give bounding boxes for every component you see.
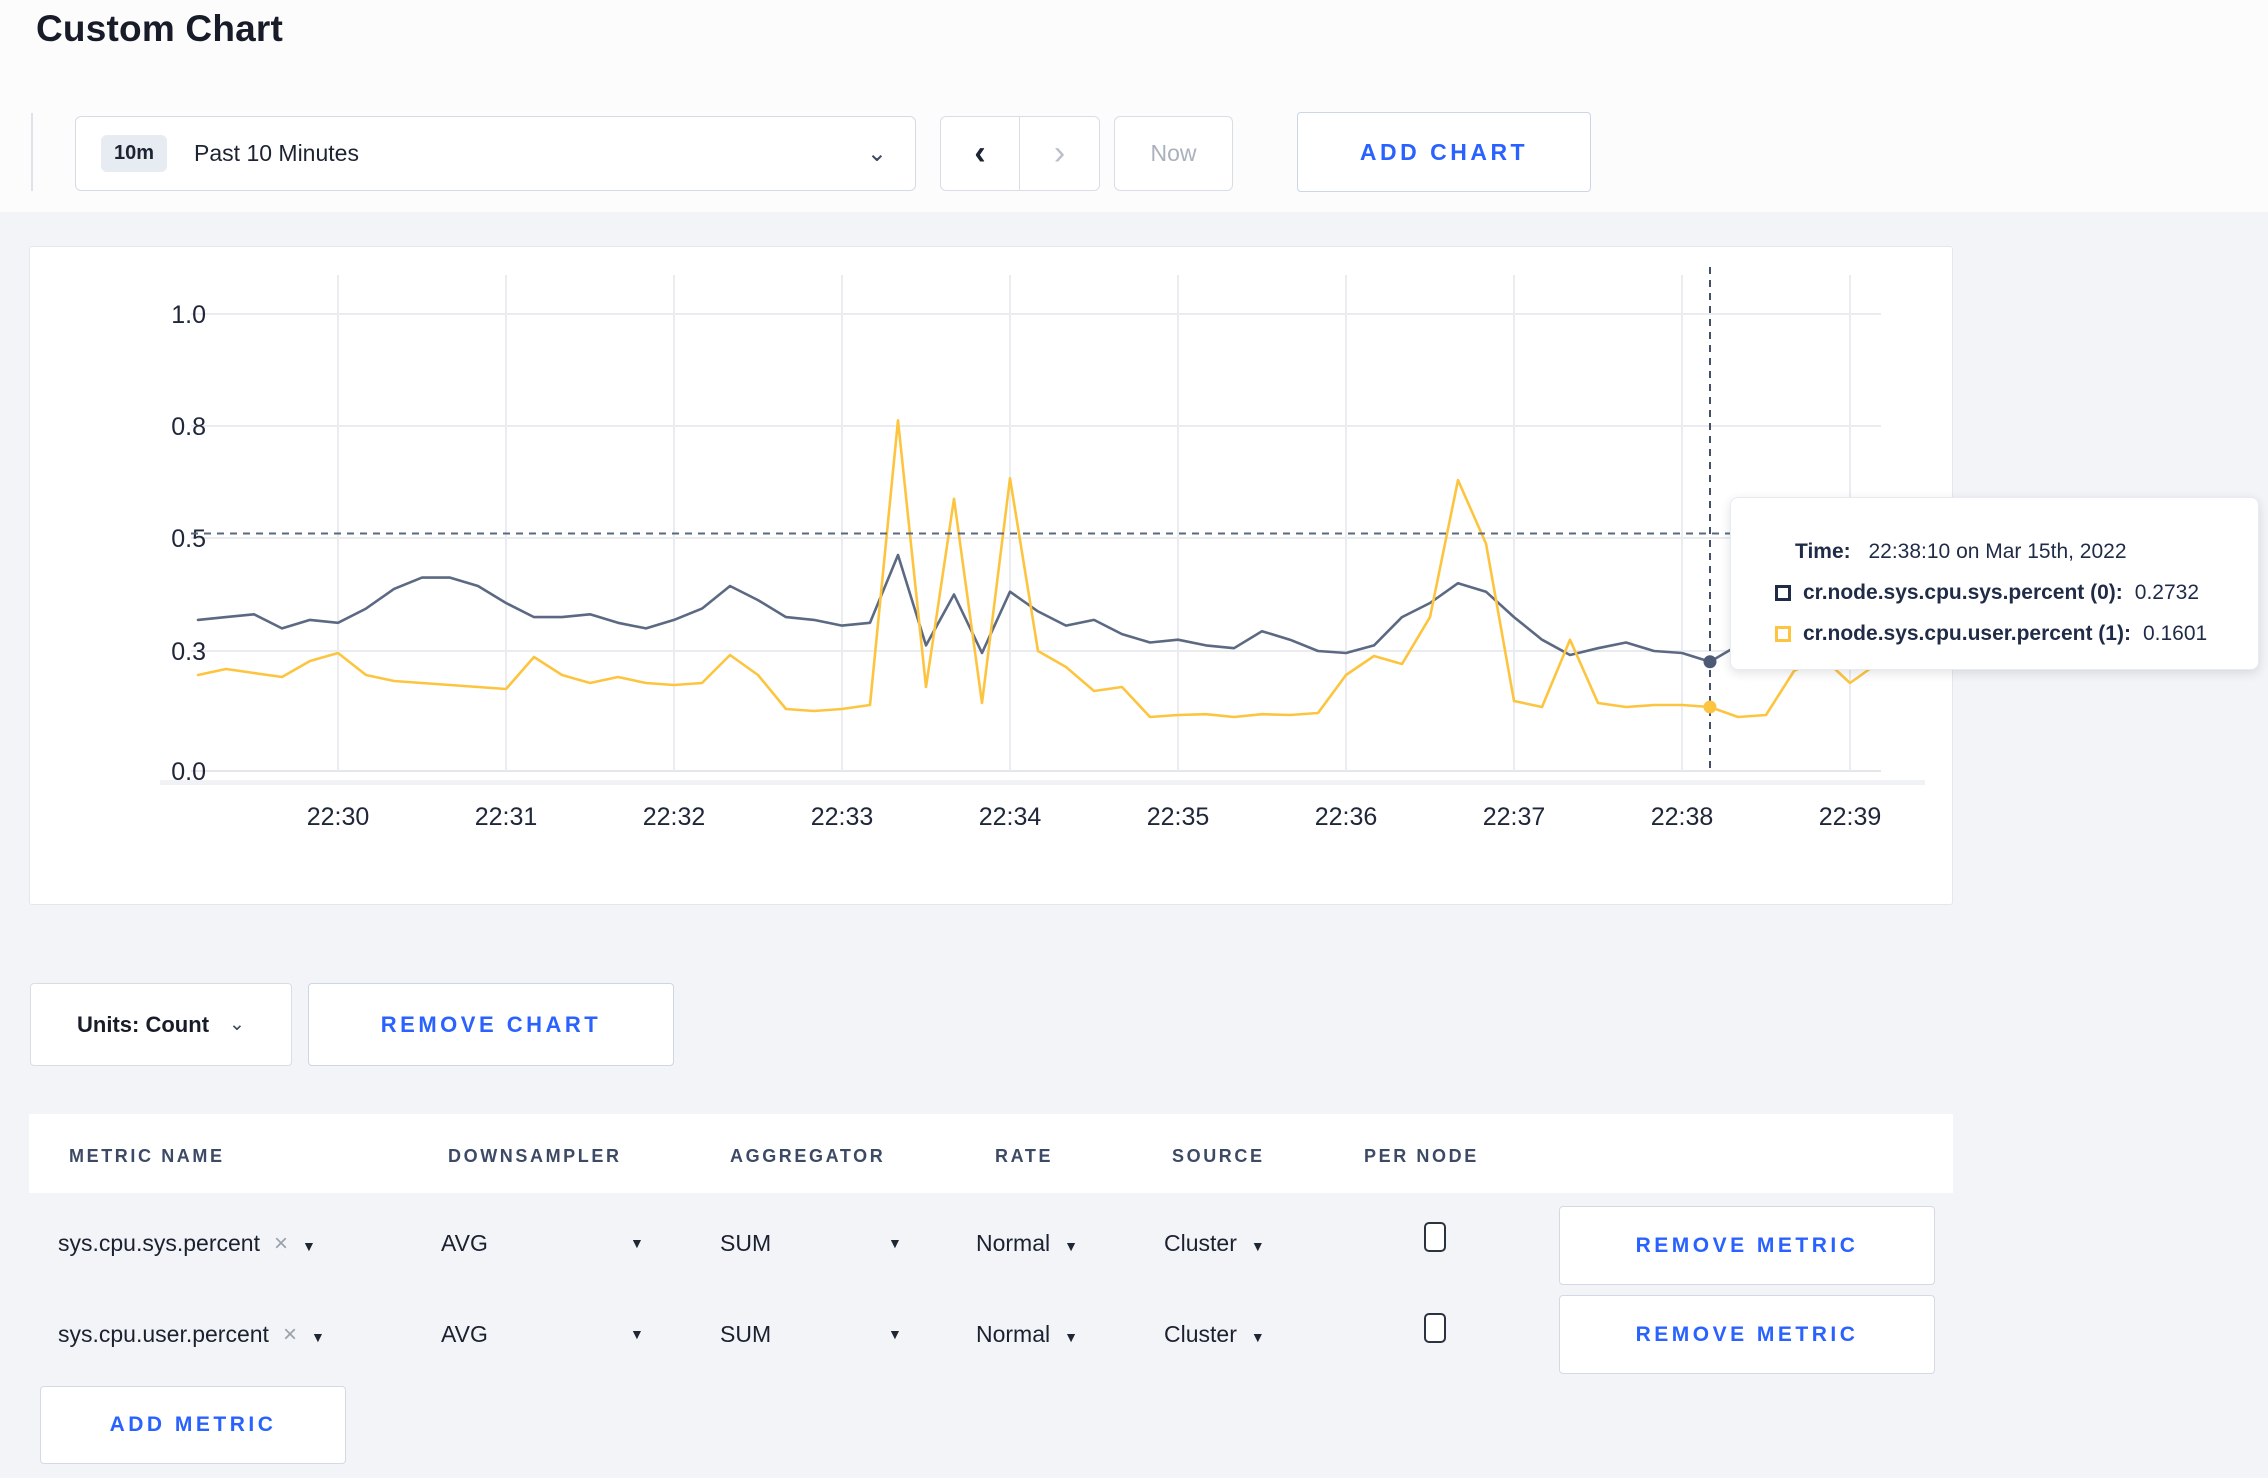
chevron-down-icon: ⌄ <box>229 1014 245 1035</box>
caret-down-icon: ▼ <box>310 1329 325 1345</box>
svg-text:22:33: 22:33 <box>811 803 874 831</box>
user-series-name: cr.node.sys.cpu.user.percent (1): <box>1803 622 2131 645</box>
svg-text:0.8: 0.8 <box>171 413 206 441</box>
caret-down-icon: ▼ <box>1064 1329 1078 1345</box>
chart-tooltip: Time: 22:38:10 on Mar 15th, 2022 cr.node… <box>1730 497 2259 670</box>
next-time-button[interactable]: › <box>1020 117 1099 190</box>
caret-down-icon: ▼ <box>1064 1238 1078 1254</box>
time-range-badge: 10m <box>101 135 168 172</box>
caret-down-icon[interactable]: ▼ <box>888 1326 902 1342</box>
user-series-swatch-icon <box>1775 626 1791 642</box>
downsampler-dropdown[interactable]: AVG <box>441 1321 488 1348</box>
remove-metric-button[interactable]: REMOVE METRIC <box>1559 1295 1935 1374</box>
timeseries-chart[interactable]: 0.00.30.50.81.022:30 22:31 22:32 22:33 22:34… <box>30 247 1954 906</box>
svg-text:22:38: 22:38 <box>1651 803 1714 831</box>
prev-time-button[interactable]: ‹ <box>941 117 1020 190</box>
col-header-rate: RATE <box>995 1146 1054 1166</box>
metric-name-dropdown[interactable]: sys.cpu.user.percent × ▼ <box>58 1321 325 1349</box>
tooltip-time-row: Time: 22:38:10 on Mar 15th, 2022 <box>1795 540 2258 564</box>
tooltip-time-label: Time: <box>1795 540 1851 563</box>
svg-text:22:30: 22:30 <box>307 803 370 831</box>
time-range-dropdown[interactable]: 10m Past 10 Minutes ⌄ <box>75 116 916 191</box>
col-header-aggregator: AGGREGATOR <box>730 1146 886 1166</box>
caret-down-icon[interactable]: ▼ <box>630 1326 644 1342</box>
chart-card: 0.0 0.3 0.5 0.8 1.0 22:30 22:31 22:32 22:33 22:34… <box>29 246 1953 905</box>
aggregator-dropdown[interactable]: SUM <box>720 1230 771 1257</box>
svg-text:22:32: 22:32 <box>643 803 706 831</box>
svg-text:22:35: 22:35 <box>1147 803 1210 831</box>
sys-series-swatch-icon <box>1775 585 1791 601</box>
tooltip-series-row: cr.node.sys.cpu.sys.percent (0): 0.2732 <box>1775 581 2258 605</box>
svg-text:22:36: 22:36 <box>1315 803 1378 831</box>
remove-chart-button[interactable]: REMOVE CHART <box>308 983 674 1066</box>
sys-series-value: 0.2732 <box>2134 581 2200 604</box>
add-chart-button[interactable]: ADD CHART <box>1297 112 1591 192</box>
col-header-metric-name: METRIC NAME <box>69 1146 225 1166</box>
page-title: Custom Chart <box>36 8 284 49</box>
per-node-checkbox[interactable] <box>1424 1313 1446 1343</box>
units-dropdown[interactable]: Units: Count ⌄ <box>30 983 292 1066</box>
sys-series-name: cr.node.sys.cpu.sys.percent (0): <box>1803 581 2123 604</box>
caret-down-icon[interactable]: ▼ <box>888 1235 902 1251</box>
chevron-right-icon: › <box>1053 134 1066 172</box>
rate-dropdown[interactable]: Normal ▼ <box>976 1230 1078 1257</box>
rate-text: Normal <box>976 1321 1051 1347</box>
metric-name-text: sys.cpu.sys.percent <box>58 1230 260 1256</box>
source-dropdown[interactable]: Cluster ▼ <box>1164 1321 1265 1348</box>
svg-text:0.5: 0.5 <box>171 525 206 553</box>
aggregator-dropdown[interactable]: SUM <box>720 1321 771 1348</box>
now-button[interactable]: Now <box>1114 116 1233 191</box>
col-header-source: SOURCE <box>1172 1146 1265 1166</box>
chevron-down-icon: ⌄ <box>866 140 887 167</box>
metric-name-dropdown[interactable]: sys.cpu.sys.percent × ▼ <box>58 1230 316 1258</box>
rate-text: Normal <box>976 1230 1051 1256</box>
source-text: Cluster <box>1164 1230 1237 1256</box>
source-dropdown[interactable]: Cluster ▼ <box>1164 1230 1265 1257</box>
caret-down-icon[interactable]: ▼ <box>630 1235 644 1251</box>
chevron-left-icon: ‹ <box>974 134 986 172</box>
svg-text:22:31: 22:31 <box>475 803 538 831</box>
user-series-value: 0.1601 <box>2142 622 2208 645</box>
downsampler-dropdown[interactable]: AVG <box>441 1230 488 1257</box>
source-text: Cluster <box>1164 1321 1237 1347</box>
time-range-label: Past 10 Minutes <box>194 140 359 166</box>
remove-metric-button[interactable]: REMOVE METRIC <box>1559 1206 1935 1285</box>
metric-name-text: sys.cpu.user.percent <box>58 1321 269 1347</box>
units-label: Units: Count <box>77 1011 210 1037</box>
tooltip-series-row: cr.node.sys.cpu.user.percent (1): 0.1601 <box>1775 622 2258 646</box>
svg-text:22:39: 22:39 <box>1819 803 1882 831</box>
col-header-per-node: PER NODE <box>1364 1146 1479 1166</box>
remove-x-icon[interactable]: × <box>274 1230 288 1257</box>
caret-down-icon: ▼ <box>301 1238 316 1254</box>
tooltip-time-value: 22:38:10 on Mar 15th, 2022 <box>1868 540 2127 563</box>
svg-text:1.0: 1.0 <box>171 301 206 329</box>
per-node-checkbox[interactable] <box>1424 1222 1446 1252</box>
add-metric-button[interactable]: ADD METRIC <box>40 1386 346 1464</box>
svg-text:22:34: 22:34 <box>979 803 1042 831</box>
col-header-downsampler: DOWNSAMPLER <box>448 1146 622 1166</box>
remove-x-icon[interactable]: × <box>283 1321 297 1348</box>
caret-down-icon: ▼ <box>1250 1238 1265 1254</box>
time-nav-group: ‹ › <box>940 116 1100 191</box>
rate-dropdown[interactable]: Normal ▼ <box>976 1321 1078 1348</box>
metrics-table-header <box>29 1114 1953 1193</box>
svg-text:22:37: 22:37 <box>1483 803 1546 831</box>
svg-text:0.3: 0.3 <box>171 638 206 666</box>
toolbar-divider <box>31 113 33 191</box>
caret-down-icon: ▼ <box>1250 1329 1265 1345</box>
